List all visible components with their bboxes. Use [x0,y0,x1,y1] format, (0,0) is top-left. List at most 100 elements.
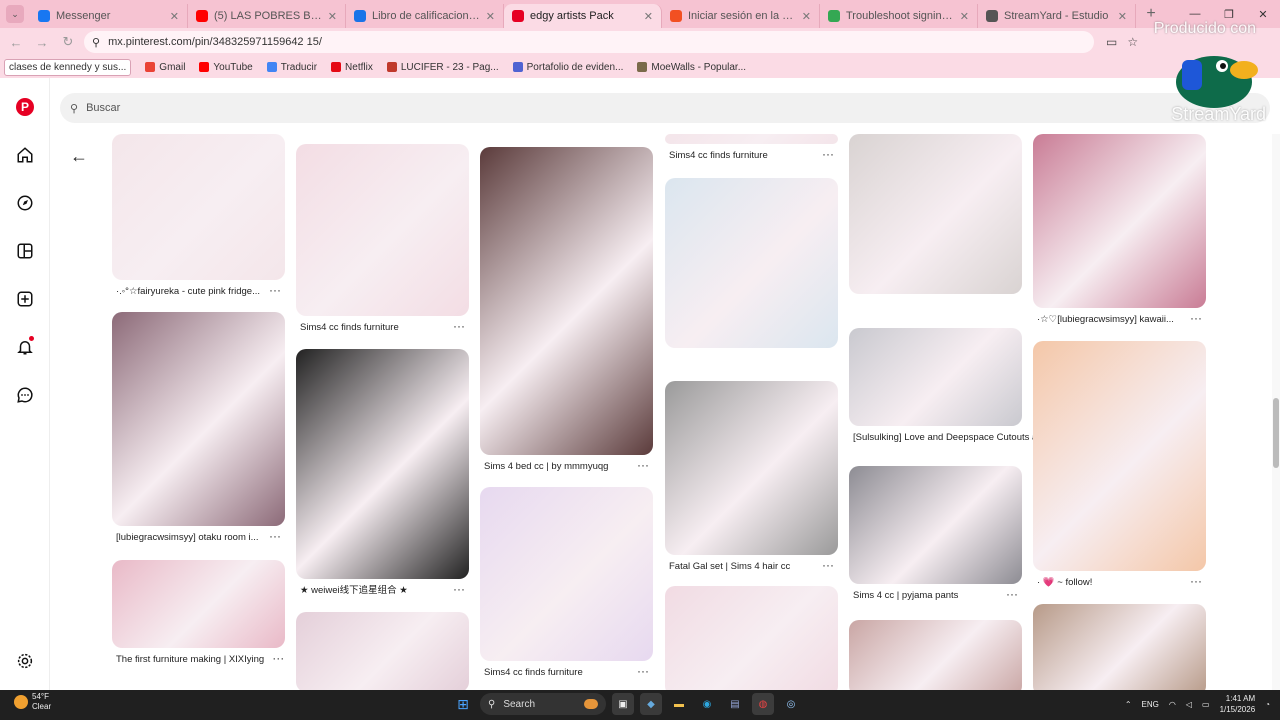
pin-image[interactable] [296,349,469,579]
pin-image[interactable] [665,381,838,555]
tray-chevron-icon[interactable]: ⌃ [1125,700,1132,709]
pin-title[interactable]: Fatal Gal set | Sims 4 hair cc [669,561,814,573]
tab-close-icon[interactable]: ✕ [1118,10,1127,23]
task-view-icon[interactable]: ▣ [612,693,634,715]
more-options-icon[interactable]: ··· [272,652,284,666]
pin-title[interactable]: ·☆♡[lubiegracwsimsyy] kawaii... [1037,314,1182,326]
battery-icon[interactable]: ▭ [1202,700,1210,709]
pin-card[interactable] [1033,604,1206,690]
browser-tab[interactable]: Messenger ✕ [30,4,188,28]
pin-title[interactable]: Sims4 cc finds furniture [484,667,629,679]
bookmark-item[interactable]: clases de kennedy y sus... [4,58,132,76]
store-icon[interactable]: ▤ [724,693,746,715]
file-explorer-icon[interactable]: ▬ [668,693,690,715]
pin-title[interactable]: Sims4 cc finds furniture [300,322,445,334]
bookmark-item[interactable]: Traducir [266,62,317,73]
pin-image[interactable] [849,466,1022,584]
back-arrow-icon[interactable]: ← [70,146,88,167]
browser-tab[interactable]: StreamYard - Estudio ✕ [978,4,1136,28]
more-options-icon[interactable]: ··· [1006,588,1018,602]
pin-card[interactable]: Sims4 cc finds furniture ··· [480,487,653,679]
pin-image[interactable] [112,312,285,526]
pin-card[interactable]: ★ weiwei线下追星组合 ★ ··· [296,349,469,597]
pin-image[interactable] [296,612,469,690]
reload-icon[interactable]: ↻ [58,32,78,52]
more-options-icon[interactable]: ··· [453,320,465,334]
pin-card[interactable]: Sims4 cc finds furniture ··· [665,134,838,162]
weather-widget[interactable]: 54°F Clear [14,692,51,712]
pin-title[interactable]: · 💗 ~ follow! [1037,577,1182,589]
taskbar-clock[interactable]: 1:41 AM 1/15/2026 [1220,693,1256,715]
copilot-icon[interactable]: ◆ [640,693,662,715]
bookmark-item[interactable]: Portafolio de eviden... [512,62,623,73]
windows-start-icon[interactable]: ⊞ [452,693,474,715]
search-bar[interactable]: ⚲ Buscar [60,93,1270,123]
language-indicator[interactable]: ENG [1142,700,1159,709]
pin-card[interactable]: The first furniture making | XIXIying ··· [112,560,288,666]
more-options-icon[interactable]: ··· [822,148,834,162]
steam-icon[interactable]: ◎ [780,693,802,715]
pin-image[interactable] [665,178,838,348]
pin-image[interactable] [665,134,838,144]
tab-close-icon[interactable]: ✕ [802,10,811,23]
tab-close-icon[interactable]: ✕ [960,10,969,23]
pin-image[interactable] [1033,134,1206,308]
pinterest-logo-icon[interactable]: P [14,96,36,118]
pin-image[interactable] [480,147,653,455]
pin-card[interactable] [665,586,838,690]
bookmark-item[interactable]: Netflix [331,62,373,73]
pin-card[interactable]: Sims 4 cc | pyjama pants ··· [849,466,1022,602]
pin-image[interactable] [1033,341,1206,571]
browser-tab[interactable]: (5) LAS POBRES BODAS DEL M ✕ [188,4,346,28]
site-info-icon[interactable]: ⚲ [92,36,100,49]
more-options-icon[interactable]: ··· [453,583,465,597]
bookmark-item[interactable]: LUCIFER - 23 - Pag... [386,62,499,73]
pin-card[interactable] [665,178,838,348]
tab-close-icon[interactable]: ✕ [644,10,653,23]
pin-card[interactable]: · 💗 ~ follow! ··· [1033,341,1206,589]
pin-card[interactable]: Fatal Gal set | Sims 4 hair cc ··· [665,381,838,573]
pin-card[interactable] [296,612,469,690]
forward-icon[interactable]: → [32,32,52,52]
pin-title[interactable]: Sims4 cc finds furniture [669,150,814,162]
pin-card[interactable]: ·☆♡[lubiegracwsimsyy] kawaii... ··· [1033,134,1206,326]
tab-close-icon[interactable]: ✕ [486,10,495,23]
browser-tab[interactable]: Iniciar sesión en la cuenta ✕ [662,4,820,28]
pin-title[interactable]: [lubiegracwsimsyy] otaku room i... [116,532,261,544]
wifi-icon[interactable]: ◠ [1169,700,1176,709]
more-options-icon[interactable]: ··· [637,665,649,679]
tab-search-button[interactable]: ⌄ [6,5,24,23]
pin-image[interactable] [112,134,285,280]
more-options-icon[interactable]: ··· [269,530,281,544]
bookmark-item[interactable]: Gmail [145,62,185,73]
browser-tab[interactable]: Libro de calificaciones / Habilid ✕ [346,4,504,28]
edge-icon[interactable]: ◉ [696,693,718,715]
pin-image[interactable] [296,144,469,316]
pin-image[interactable] [849,134,1022,294]
pin-image[interactable] [112,560,285,648]
bookmark-item[interactable]: MoeWalls - Popular... [637,62,746,73]
more-options-icon[interactable]: ··· [269,284,281,298]
tab-close-icon[interactable]: ✕ [328,10,337,23]
pin-card[interactable]: [lubiegracwsimsyy] otaku room i... ··· [112,312,285,544]
pin-card[interactable]: Sims 4 bed cc | by mmmyuqg ··· [480,147,653,473]
volume-icon[interactable]: ◁ [1186,700,1192,709]
bookmark-item[interactable]: YouTube [199,62,253,73]
cast-icon[interactable]: ▭ [1106,35,1117,49]
pin-card[interactable] [849,134,1022,294]
notification-bell-icon[interactable]: ◔ [1265,700,1270,709]
taskbar-search[interactable]: ⚲ Search [480,693,606,715]
pin-title[interactable]: ·.◦°☆fairyureka - cute pink fridge... [116,286,261,298]
back-icon[interactable]: ← [6,32,26,52]
more-options-icon[interactable]: ··· [822,559,834,573]
pin-card[interactable] [849,620,1022,690]
pin-image[interactable] [480,487,653,661]
pin-title[interactable]: ★ weiwei线下追星组合 ★ [300,585,445,597]
pin-title[interactable]: Sims 4 cc | pyjama pants [853,590,998,602]
pin-title[interactable]: Sims 4 bed cc | by mmmyuqg [484,461,629,473]
page-scrollbar[interactable] [1272,134,1280,690]
scroll-thumb[interactable] [1273,398,1279,468]
more-options-icon[interactable]: ··· [637,459,649,473]
pin-image[interactable] [849,620,1022,690]
pin-title[interactable]: The first furniture making | XIXIying [116,654,264,666]
